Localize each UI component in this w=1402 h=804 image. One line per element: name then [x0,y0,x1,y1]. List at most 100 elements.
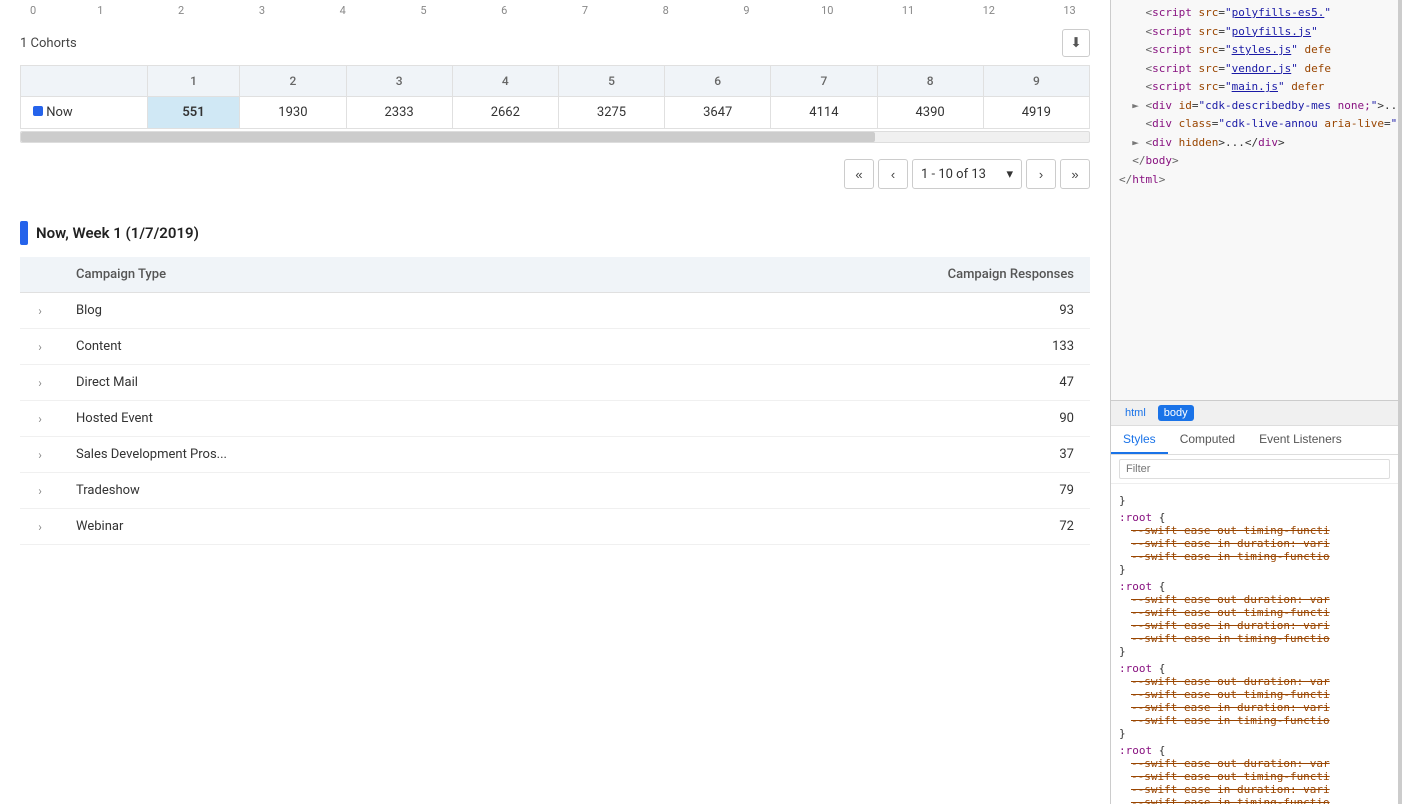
chart-x-axis: 0 1 2 3 4 5 6 7 8 9 10 11 12 13 [0,0,1110,21]
code-line-5: <script src="main.js" defer [1119,78,1390,97]
cohort-cell-6: 4114 [771,97,877,129]
campaign-type-cell-5: Tradeshow [60,473,612,509]
cohort-cell-0: 551 [147,97,240,129]
x-label-4: 4 [302,4,383,17]
pagination-row: « ‹ 1 - 10 of 13 ▾ › » [0,143,1110,205]
code-line-4: <script src="vendor.js" defe [1119,60,1390,79]
x-label-2: 2 [141,4,222,17]
campaign-responses-cell-4: 37 [612,437,1090,473]
css-block-3: :root { --swift ease out duration: var -… [1119,580,1390,658]
cohorts-count: 1 Cohorts [20,36,77,51]
expand-cell-4[interactable]: › [20,437,60,473]
code-line-2: <script src="polyfills.js" [1119,23,1390,42]
section-title-text: Now, Week 1 (1/7/2019) [36,224,199,242]
x-label-11: 11 [868,4,949,17]
breadcrumb-html[interactable]: html [1119,405,1152,421]
x-label-7: 7 [545,4,626,17]
campaign-type-cell-1: Content [60,329,612,365]
style-tabs-row: Styles Computed Event Listeners [1111,426,1398,455]
campaign-responses-cell-5: 79 [612,473,1090,509]
cohort-cell-1: 1930 [240,97,346,129]
page-range-select[interactable]: 1 - 10 of 13 ▾ [912,159,1022,189]
x-label-13: 13 [1029,4,1110,17]
next-page-icon: › [1039,167,1043,182]
horizontal-scrollbar[interactable] [20,131,1090,143]
cohort-col-5: 5 [558,66,664,97]
campaign-type-cell-3: Hosted Event [60,401,612,437]
last-page-button[interactable]: » [1060,159,1090,189]
css-block-5: :root { --swift ease out duration: var -… [1119,744,1390,804]
table-row: › Blog 93 [20,293,1090,329]
cohorts-header: 1 Cohorts ⬇ [0,21,1110,65]
next-page-button[interactable]: › [1026,159,1056,189]
campaign-table-wrapper: Campaign Type Campaign Responses › Blog … [0,257,1110,545]
table-row: Now 551 1930 2333 2662 3275 3647 4114 43… [21,97,1090,129]
css-block-1: } [1119,494,1390,507]
prev-page-button[interactable]: ‹ [878,159,908,189]
campaign-responses-cell-2: 47 [612,365,1090,401]
cohort-cell-5: 3647 [665,97,771,129]
code-line-9: </body> [1119,152,1390,171]
campaign-responses-cell-0: 93 [612,293,1090,329]
first-page-button[interactable]: « [844,159,874,189]
campaign-type-cell-0: Blog [60,293,612,329]
cohort-col-2: 2 [240,66,346,97]
code-line-10: </html> [1119,171,1390,190]
tab-computed[interactable]: Computed [1168,426,1247,454]
download-icon: ⬇ [1070,35,1081,51]
left-panel: 0 1 2 3 4 5 6 7 8 9 10 11 12 13 1 Cohort… [0,0,1110,804]
download-button[interactable]: ⬇ [1062,29,1090,57]
cohort-col-8: 8 [877,66,983,97]
campaign-type-header: Campaign Type [60,257,612,293]
panel-divider [1398,0,1402,804]
table-row: › Tradeshow 79 [20,473,1090,509]
x-label-9: 9 [706,4,787,17]
css-block-2: :root { --swift ease out timing-functi -… [1119,511,1390,576]
cohort-cell-2: 2333 [346,97,452,129]
styles-filter-input[interactable] [1119,459,1390,479]
campaign-type-cell-2: Direct Mail [60,365,612,401]
devtools-panel: <script src="polyfills-es5." <script src… [1110,0,1398,804]
dropdown-arrow-icon: ▾ [1006,167,1013,182]
x-label-8: 8 [625,4,706,17]
campaign-type-cell-6: Webinar [60,509,612,545]
styles-panel: } :root { --swift ease out timing-functi… [1111,484,1398,804]
page-range-text: 1 - 10 of 13 [921,167,986,182]
cohort-table: 1 2 3 4 5 6 7 8 9 Now 551 [20,65,1090,129]
cohort-col-4: 4 [452,66,558,97]
expand-cell-6[interactable]: › [20,509,60,545]
expand-cell-1[interactable]: › [20,329,60,365]
expand-cell-5[interactable]: › [20,473,60,509]
x-label-6: 6 [464,4,545,17]
x-label-10: 10 [787,4,868,17]
section-title: Now, Week 1 (1/7/2019) [0,205,1110,257]
y-axis-zero: 0 [30,4,60,17]
table-row: › Webinar 72 [20,509,1090,545]
x-label-5: 5 [383,4,464,17]
expand-cell-0[interactable]: › [20,293,60,329]
tab-styles[interactable]: Styles [1111,426,1168,454]
campaign-responses-cell-3: 90 [612,401,1090,437]
cohort-cell-3: 2662 [452,97,558,129]
expand-cell-2[interactable]: › [20,365,60,401]
cohort-cell-4: 3275 [558,97,664,129]
table-row: › Content 133 [20,329,1090,365]
devtools-breadcrumb: html body [1111,401,1398,426]
tab-event-listeners[interactable]: Event Listeners [1247,426,1354,454]
code-line-6: ► <div id="cdk-describedby-mes none;">..… [1119,97,1390,116]
breadcrumb-body[interactable]: body [1158,405,1194,421]
code-line-3: <script src="styles.js" defe [1119,41,1390,60]
code-line-7: <div class="cdk-live-annou aria-live="po… [1119,115,1390,134]
css-block-4: :root { --swift ease out duration: var -… [1119,662,1390,740]
campaign-table: Campaign Type Campaign Responses › Blog … [20,257,1090,545]
cohort-cell-8: 4919 [983,97,1089,129]
code-line-8: ► <div hidden>...</div> [1119,134,1390,153]
prev-page-icon: ‹ [891,167,895,182]
cohort-col-6: 6 [665,66,771,97]
expand-cell-3[interactable]: › [20,401,60,437]
cohort-col-label [21,66,148,97]
x-label-12: 12 [948,4,1029,17]
cohort-table-wrapper: 1 2 3 4 5 6 7 8 9 Now 551 [0,65,1110,143]
cohort-col-7: 7 [771,66,877,97]
campaign-responses-cell-1: 133 [612,329,1090,365]
